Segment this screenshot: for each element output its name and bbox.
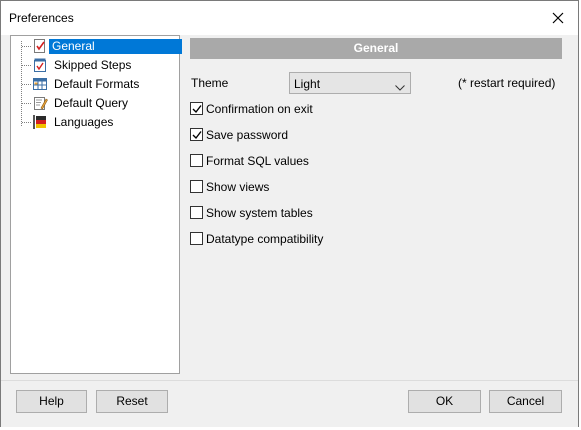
checklist-icon [32,57,48,73]
tree-connector [22,46,31,47]
option-label: Format SQL values [206,154,309,168]
checkbox[interactable] [190,154,203,167]
restart-note: (* restart required) [458,76,556,90]
reset-button[interactable]: Reset [96,390,168,413]
title-bar: Preferences [1,1,578,35]
tree-item-default-query[interactable]: Default Query [11,94,179,113]
tree-connector [22,103,31,104]
option-label: Save password [206,128,289,142]
window-title: Preferences [9,11,74,25]
tree-connector [22,122,31,123]
checkbox[interactable] [190,102,203,115]
cancel-button[interactable]: Cancel [489,390,562,413]
general-settings-icon [32,38,48,54]
option-label: Show views [206,180,270,194]
tree-item-label: Languages [54,115,114,129]
help-button[interactable]: Help [16,390,87,413]
category-tree: General Skipped Steps Default Formats De… [10,35,182,374]
checkbox[interactable] [190,232,203,245]
tree-item-general[interactable]: General [11,37,182,56]
ok-button[interactable]: OK [408,390,481,413]
table-format-icon [32,76,48,92]
tree-item-skipped-steps[interactable]: Skipped Steps [11,56,179,75]
tree-connector [22,84,31,85]
option-label: Datatype compatibility [206,232,324,246]
tree-item-label: Default Formats [54,77,140,91]
theme-select-value: Light [294,77,321,91]
query-edit-icon [32,95,48,111]
tree-item-label: Skipped Steps [54,58,132,72]
theme-select[interactable]: Light [289,72,411,94]
chevron-down-icon [395,80,405,91]
theme-label: Theme [191,76,229,90]
tree-connector [22,65,31,66]
option-label: Show system tables [206,206,313,220]
flag-icon [32,114,48,130]
checkbox[interactable] [190,206,203,219]
checkbox[interactable] [190,128,203,141]
close-icon[interactable] [548,8,568,28]
tree-item-default-formats[interactable]: Default Formats [11,75,179,94]
checkbox[interactable] [190,180,203,193]
panel-header: General [190,38,562,59]
tree-item-label: Default Query [54,96,129,110]
tree-item-label: General [49,39,182,54]
button-bar: Help Reset OK Cancel [1,380,578,427]
preferences-dialog: Preferences General Skipped Steps Defaul… [0,0,579,427]
option-label: Confirmation on exit [206,102,313,116]
tree-item-languages[interactable]: Languages [11,113,179,132]
